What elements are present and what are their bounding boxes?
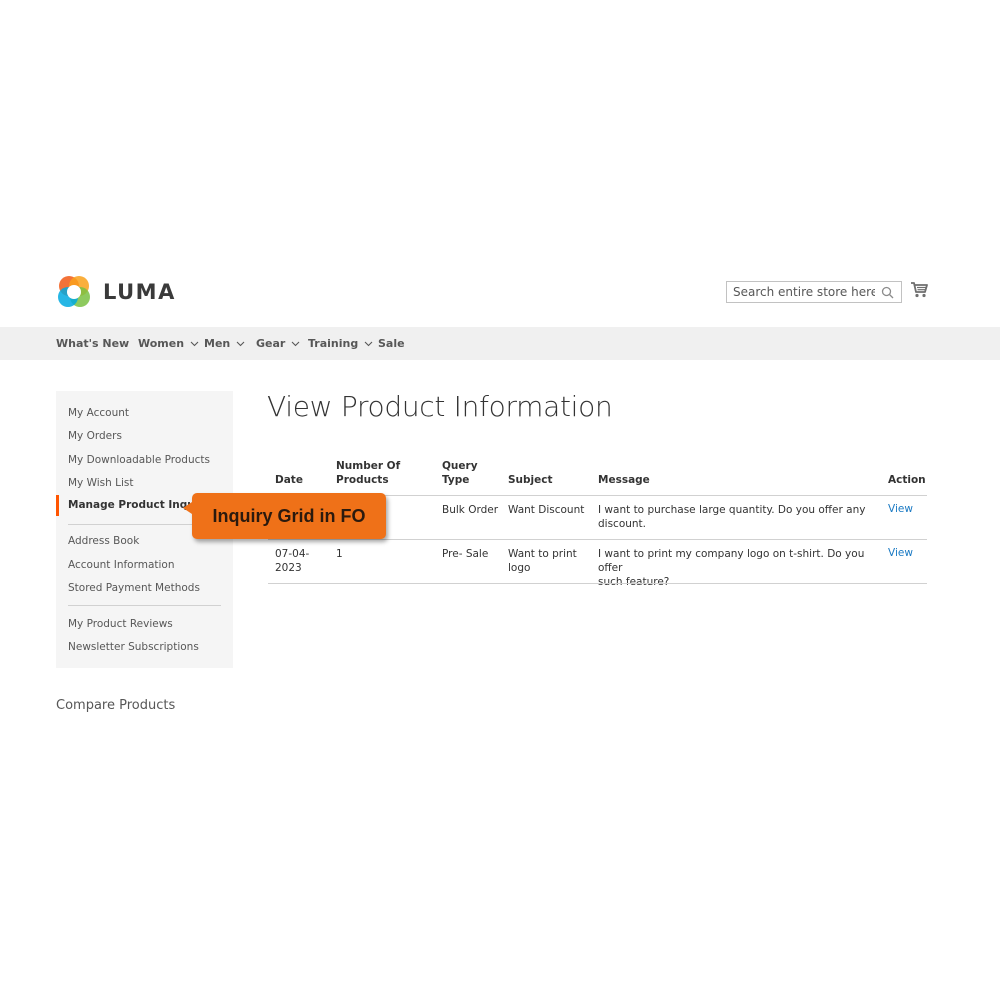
- sidebar-divider: [68, 605, 221, 606]
- nav-item-label: Training: [308, 337, 359, 350]
- column-header-line: Type: [442, 474, 470, 486]
- column-header-line: Products: [336, 474, 389, 486]
- sidebar-item-wish-list[interactable]: My Wish List: [68, 477, 134, 489]
- chevron-down-icon: [190, 341, 199, 346]
- cell-message: I want to purchase large quantity. Do yo…: [598, 503, 880, 531]
- cell-query-type: Bulk Order: [442, 504, 499, 516]
- sidebar-item-product-reviews[interactable]: My Product Reviews: [68, 618, 173, 630]
- logo-text: LUMA: [103, 280, 176, 304]
- nav-item-gear[interactable]: Gear: [256, 337, 300, 350]
- column-header-date: Date: [275, 474, 303, 486]
- chevron-down-icon: [364, 341, 373, 346]
- nav-item-women[interactable]: Women: [138, 337, 199, 350]
- sidebar-item-newsletter-subscriptions[interactable]: Newsletter Subscriptions: [68, 641, 199, 653]
- main-nav: What's New Women Men Gear Training Sale: [0, 327, 1000, 360]
- nav-item-training[interactable]: Training: [308, 337, 373, 350]
- nav-item-label: Men: [204, 337, 231, 350]
- view-link[interactable]: View: [888, 547, 913, 559]
- page-title: View Product Information: [267, 390, 613, 423]
- search-icon[interactable]: [881, 286, 894, 299]
- cell-query-type: Pre- Sale: [442, 548, 489, 560]
- sidebar-item-my-orders[interactable]: My Orders: [68, 430, 122, 442]
- nav-item-label: Women: [138, 337, 185, 350]
- cell-line: 07-04-: [275, 548, 310, 560]
- search-input[interactable]: [727, 285, 875, 299]
- sidebar-item-account-information[interactable]: Account Information: [68, 559, 175, 571]
- nav-item-whats-new[interactable]: What's New: [56, 337, 129, 350]
- sidebar-item-stored-payment-methods[interactable]: Stored Payment Methods: [68, 582, 200, 594]
- cell-line: such feature?: [598, 576, 670, 588]
- column-header-line: Query: [442, 460, 478, 472]
- sidebar-item-address-book[interactable]: Address Book: [68, 535, 139, 547]
- cell-line: logo: [508, 562, 531, 574]
- search-box[interactable]: [726, 281, 902, 303]
- cell-line: I want to print my company logo on t-shi…: [598, 548, 865, 574]
- chevron-down-icon: [236, 341, 245, 346]
- luma-logo[interactable]: LUMA: [56, 274, 176, 310]
- column-header-line: Number Of: [336, 460, 401, 472]
- nav-item-men[interactable]: Men: [204, 337, 245, 350]
- cell-line: I want to purchase large quantity. Do yo…: [598, 504, 866, 530]
- column-header-subject: Subject: [508, 474, 553, 486]
- cell-number: 1: [336, 548, 343, 560]
- column-header-message: Message: [598, 474, 650, 486]
- annotation-callout: Inquiry Grid in FO: [183, 493, 386, 539]
- nav-item-sale[interactable]: Sale: [378, 337, 405, 350]
- annotation-callout-text: Inquiry Grid in FO: [212, 505, 366, 526]
- cell-subject: Want to print logo: [508, 547, 577, 575]
- column-header-query-type: Query Type: [442, 459, 478, 487]
- cart-icon[interactable]: [910, 281, 928, 299]
- column-header-action: Action: [888, 474, 926, 486]
- luma-logo-icon: [58, 276, 90, 307]
- compare-products-title: Compare Products: [56, 698, 176, 713]
- table-divider: [268, 583, 927, 584]
- view-link[interactable]: View: [888, 503, 913, 515]
- cell-date: 07-04- 2023: [275, 547, 309, 575]
- nav-item-label: Sale: [378, 337, 405, 350]
- sidebar-item-my-account[interactable]: My Account: [68, 407, 129, 419]
- cell-subject: Want Discount: [508, 503, 584, 517]
- cell-line: Want to print: [508, 548, 577, 560]
- cell-line: Want Discount: [508, 504, 585, 516]
- sidebar-active-indicator: [56, 495, 59, 516]
- cell-line: 2023: [275, 562, 302, 574]
- chevron-down-icon: [291, 341, 300, 346]
- nav-item-label: Gear: [256, 337, 286, 350]
- table-divider: [268, 539, 927, 540]
- column-header-number-of-products: Number Of Products: [336, 459, 400, 487]
- nav-item-label: What's New: [56, 337, 130, 350]
- sidebar-item-downloadable-products[interactable]: My Downloadable Products: [68, 454, 210, 466]
